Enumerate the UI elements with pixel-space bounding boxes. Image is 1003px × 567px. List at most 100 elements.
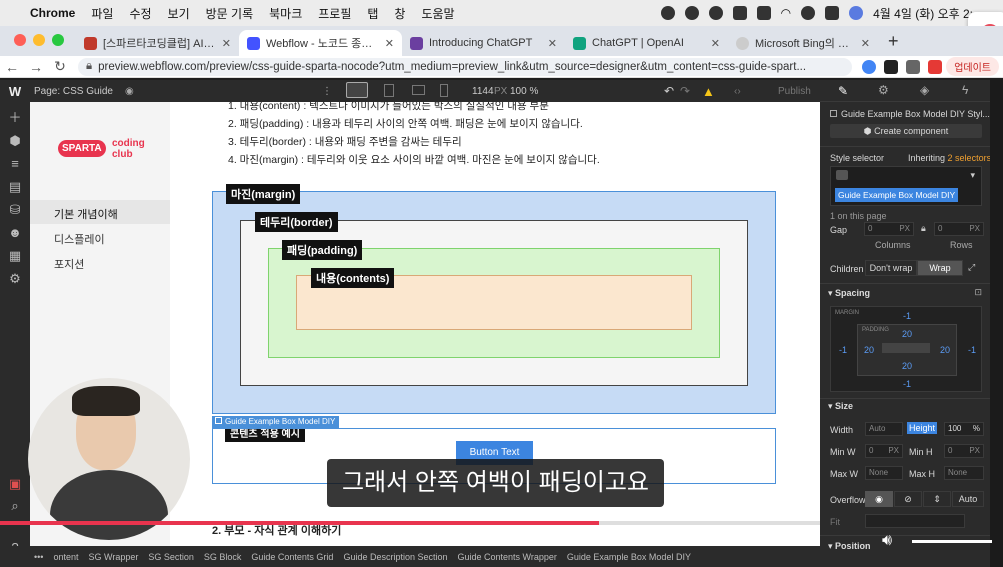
fit-select[interactable] [865,514,965,528]
tab-chatgpt-openai[interactable]: ChatGPT | OpenAI ✕ [565,30,728,56]
inheriting-label[interactable]: Inheriting 2 selectors [908,153,991,163]
minimize-window-icon[interactable] [33,34,45,46]
overflow-auto-toggle[interactable]: Auto [952,491,984,507]
breadcrumb-item[interactable]: SG Block [204,552,242,562]
gap-row-input[interactable]: 0 PX [934,222,984,236]
tab-bing-image[interactable]: Microsoft Bing의 이미지 생성기✕ [728,30,878,56]
scrollbar[interactable] [990,80,1003,567]
style-brush-icon[interactable]: ✎ [838,84,848,98]
redo-icon[interactable]: ↷ [680,84,690,98]
input-source-icon[interactable] [732,6,747,20]
menu-file[interactable]: 파일 [91,5,113,22]
page-selector[interactable]: Page: CSS Guide [34,86,113,97]
breadcrumb-item[interactable]: SG Wrapper [88,552,138,562]
tablet-breakpoint-icon[interactable] [384,84,394,97]
clock[interactable]: 4월 4일 (화) 오후 2: [873,5,973,22]
undo-icon[interactable]: ↶ [664,84,674,98]
close-tab-icon[interactable]: ✕ [711,37,720,50]
breadcrumb-item[interactable]: Guide Contents Grid [251,552,333,562]
create-component-button[interactable]: ⬢ Create component [830,124,982,138]
navigator-icon[interactable]: ≡ [8,157,22,171]
settings-icon[interactable]: ⚙ [8,272,22,286]
overflow-visible-toggle[interactable]: ◉ [865,491,893,507]
zoom-level[interactable]: 100 % [510,86,538,97]
webflow-logo-icon[interactable]: W [0,84,30,99]
new-tab-button[interactable]: + [878,31,909,56]
warning-icon[interactable]: ▲ [702,84,715,99]
extension-icon[interactable] [884,59,899,74]
spacing-section-header[interactable]: ▾ Spacing [828,288,870,299]
breadcrumb-item[interactable]: Guide Description Section [343,552,447,562]
wrap-options-icon[interactable]: ⤢ [968,262,975,273]
padding-top[interactable]: 20 [902,329,912,339]
margin-bottom[interactable]: -1 [903,379,911,389]
margin-left[interactable]: -1 [839,345,847,355]
nav-item-position[interactable]: 포지션 [54,256,84,272]
forward-icon[interactable]: → [24,59,48,75]
sparta-logo[interactable]: SPARTA coding club [58,138,148,162]
update-button[interactable]: 업데이트 [946,57,999,76]
overflow-hidden-toggle[interactable]: ⊘ [894,491,922,507]
width-input[interactable]: Auto [865,422,903,436]
volume-slider[interactable] [912,540,992,543]
menu-tab[interactable]: 탭 [367,5,378,22]
close-tab-icon[interactable]: ✕ [222,37,231,50]
margin-right[interactable]: -1 [968,345,976,355]
gap-lock-icon[interactable]: 🔒︎ [921,223,926,234]
more-icon[interactable]: ⋮ [322,86,332,97]
settings-icon[interactable]: ⚙ [878,83,889,97]
tab-webflow[interactable]: Webflow - 노코드 종합반 이론 안내✕ [239,30,402,56]
canvas-width[interactable]: 1144 [472,86,494,97]
height-input[interactable]: 100% [944,422,984,436]
interactions-icon[interactable]: ϟ [962,83,968,97]
assets-icon[interactable]: ▦ [8,249,22,263]
add-icon[interactable]: ＋ [8,111,22,125]
max-width-input[interactable]: None [865,466,903,480]
min-width-input[interactable]: 0 PX [865,444,903,458]
more-icon[interactable]: ••• [34,552,43,562]
breadcrumb-item[interactable]: SG Section [148,552,194,562]
close-window-icon[interactable] [14,34,26,46]
tab-introducing-chatgpt[interactable]: Introducing ChatGPT ✕ [402,30,565,56]
preview-eye-icon[interactable]: ◉ [125,86,134,97]
status-icon[interactable] [708,6,723,20]
nav-item-basics[interactable]: 기본 개념이해 [30,200,170,224]
close-tab-icon[interactable]: ✕ [548,37,557,50]
search-icon[interactable]: ⌕ [8,499,22,513]
video-progress-bar[interactable] [0,521,820,525]
back-icon[interactable]: ← [0,59,24,75]
tab-sparta[interactable]: [스파르타코딩클럽] AI로 웹사이트 유✕ [76,30,239,56]
nav-item-display[interactable]: 디스플레이 [54,231,105,247]
max-height-input[interactable]: None [944,466,984,480]
search-icon[interactable] [801,6,816,20]
cms-icon[interactable]: ⛁ [8,203,22,217]
gap-column-input[interactable]: 0 PX [864,222,914,236]
menu-view[interactable]: 보기 [168,5,190,22]
symbols-icon[interactable]: ⬢ [8,134,22,148]
zoom-window-icon[interactable] [52,34,64,46]
siri-icon[interactable] [849,6,864,20]
menu-bookmarks[interactable]: 북마크 [269,5,302,22]
spacing-options-icon[interactable]: ⊡ [974,287,982,298]
extension-icon[interactable] [862,59,877,74]
overflow-scroll-toggle[interactable]: ⇕ [923,491,951,507]
volume-icon[interactable]: 🔊︎ [882,532,892,550]
landscape-breakpoint-icon[interactable] [412,85,425,95]
publish-button[interactable]: Publish [778,86,811,97]
close-tab-icon[interactable]: ✕ [385,37,394,50]
puzzle-icon[interactable] [906,59,921,74]
desktop-breakpoint-icon[interactable] [346,82,368,98]
class-tag[interactable]: Guide Example Box Model DIY [835,188,959,202]
style-manager-icon[interactable]: ◈ [920,83,929,97]
padding-left[interactable]: 20 [864,345,874,355]
size-section-header[interactable]: ▾ Size [828,401,853,412]
breadcrumb-item[interactable]: Guide Example Box Model DIY [567,552,691,562]
code-icon[interactable]: ‹› [734,86,741,97]
padding-bottom[interactable]: 20 [902,361,912,371]
users-icon[interactable]: ☻ [8,226,22,240]
menu-help[interactable]: 도움말 [421,5,454,22]
pages-icon[interactable]: ▤ [8,180,22,194]
menu-window[interactable]: 창 [394,5,405,22]
menu-history[interactable]: 방문 기록 [206,5,254,22]
url-field[interactable]: 🔒︎ preview.webflow.com/preview/css-guide-… [78,57,853,76]
